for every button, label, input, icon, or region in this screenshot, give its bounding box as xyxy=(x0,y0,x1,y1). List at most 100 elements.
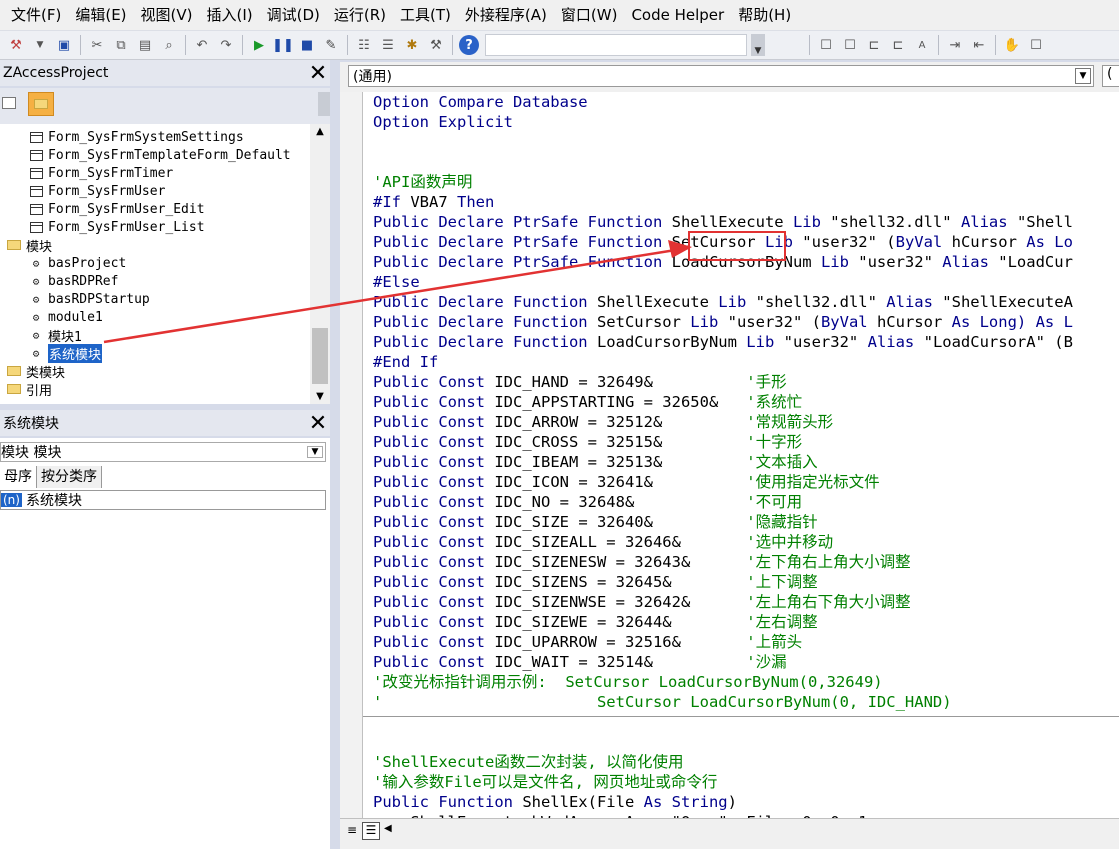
code-line[interactable]: #End If xyxy=(363,352,1119,372)
object-select[interactable]: 模块 模块 ▼ xyxy=(0,442,326,462)
find-icon[interactable]: ⌕ xyxy=(159,35,179,55)
tree-item[interactable]: Form_SysFrmUser xyxy=(28,182,165,200)
code-line[interactable]: Public Const IDC_SIZEALL = 32646& '选中并移动 xyxy=(363,532,1119,552)
tree-item[interactable]: 类模块 xyxy=(6,362,65,381)
code-line[interactable]: 'ShellExecute函数二次封装, 以简化使用 xyxy=(363,752,1119,772)
cut-icon[interactable]: ✂ xyxy=(87,35,107,55)
code-line[interactable] xyxy=(363,132,1119,152)
tree-item[interactable]: 引用 xyxy=(6,380,52,399)
menu-item[interactable]: 文件(F) xyxy=(4,0,68,30)
code-line[interactable]: #Else xyxy=(363,272,1119,292)
edit-toolbar-prop-icon[interactable]: ☐ xyxy=(840,35,860,55)
save-icon[interactable]: ▣ xyxy=(54,35,74,55)
code-line[interactable]: Public Const IDC_SIZENS = 32645& '上下调整 xyxy=(363,572,1119,592)
tree-item[interactable]: Form_SysFrmSystemSettings xyxy=(28,128,244,146)
project-explorer-icon[interactable]: ☷ xyxy=(354,35,374,55)
scroll-down-icon[interactable]: ▼ xyxy=(310,391,330,402)
design-mode-icon[interactable]: ✎ xyxy=(321,35,341,55)
code-line[interactable] xyxy=(363,712,1119,732)
toolbox-icon[interactable]: ⚒ xyxy=(426,35,446,55)
code-line[interactable]: Public Declare PtrSafe Function ShellExe… xyxy=(363,212,1119,232)
tree-item[interactable]: ⚙ 模块1 xyxy=(28,326,82,345)
properties-window-icon[interactable]: ☰ xyxy=(378,35,398,55)
code-line[interactable]: Public Declare Function LoadCursorByNum … xyxy=(363,332,1119,352)
code-line[interactable]: Public Const IDC_SIZE = 32640& '隐藏指针 xyxy=(363,512,1119,532)
code-line[interactable]: '改变光标指针调用示例: SetCursor LoadCursorByNum(0… xyxy=(363,672,1119,692)
tab-categorized[interactable]: 按分类序 xyxy=(37,466,102,488)
tree-item[interactable]: ⚙ basRDPStartup xyxy=(28,290,150,308)
code-line[interactable]: Public Const IDC_IBEAM = 32513& '文本插入 xyxy=(363,452,1119,472)
edit-toolbar-const-icon[interactable]: ⊏ xyxy=(864,35,884,55)
procedure-view-icon[interactable]: ≡ xyxy=(344,823,360,839)
code-line[interactable]: 'API函数声明 xyxy=(363,172,1119,192)
tree-item[interactable]: Form_SysFrmUser_List xyxy=(28,218,205,236)
scroll-thumb[interactable] xyxy=(312,328,328,384)
toggle-folders-icon[interactable] xyxy=(318,92,330,116)
project-tree-scrollbar[interactable]: ▲ ▼ xyxy=(310,124,330,404)
code-line[interactable]: Public Const IDC_APPSTARTING = 32650& '系… xyxy=(363,392,1119,412)
tree-item[interactable]: Form_SysFrmUser_Edit xyxy=(28,200,205,218)
menu-item[interactable]: 编辑(E) xyxy=(68,0,133,30)
code-line[interactable]: Public Declare Function SetCursor Lib "u… xyxy=(363,312,1119,332)
pause-icon[interactable]: ❚❚ xyxy=(272,35,294,55)
toolbar-overflow-icon[interactable]: ▼ xyxy=(751,34,765,56)
edit-toolbar-list-icon[interactable]: ☐ xyxy=(816,35,836,55)
code-line[interactable]: Option Compare Database xyxy=(363,92,1119,112)
properties-close-icon[interactable]: ✕ xyxy=(306,411,330,436)
code-line[interactable]: Public Const IDC_UPARROW = 32516& '上箭头 xyxy=(363,632,1119,652)
code-line[interactable]: Public Const IDC_SIZEWE = 32644& '左右调整 xyxy=(363,612,1119,632)
code-line[interactable]: Public Const IDC_ARROW = 32512& '常规箭头形 xyxy=(363,412,1119,432)
code-line[interactable]: Public Const IDC_CROSS = 32515& '十字形 xyxy=(363,432,1119,452)
code-line[interactable]: Public Const IDC_NO = 32648& '不可用 xyxy=(363,492,1119,512)
code-line[interactable]: Public Const IDC_SIZENESW = 32643& '左下角右… xyxy=(363,552,1119,572)
tree-item[interactable]: ⚙ basRDPRef xyxy=(28,272,119,290)
indent-icon[interactable]: ⇥ xyxy=(945,35,965,55)
property-name-badge[interactable]: (n) xyxy=(1,493,22,507)
menu-item[interactable]: 外接程序(A) xyxy=(458,0,554,30)
undo-icon[interactable]: ↶ xyxy=(192,35,212,55)
menu-item[interactable]: 窗口(W) xyxy=(554,0,625,30)
view-object-icon[interactable] xyxy=(28,92,54,116)
code-line[interactable]: ' SetCursor LoadCursorByNum(0, IDC_HAND) xyxy=(363,692,1119,712)
menu-item[interactable]: 帮助(H) xyxy=(731,0,798,30)
code-editor[interactable]: Option Compare Database Option Explicit '… xyxy=(363,92,1119,818)
code-line[interactable] xyxy=(363,152,1119,172)
menu-item[interactable]: 工具(T) xyxy=(393,0,458,30)
menu-item[interactable]: 插入(I) xyxy=(200,0,260,30)
toolbar-field[interactable] xyxy=(485,34,747,56)
property-value[interactable]: 系统模块 xyxy=(26,490,82,510)
menu-item[interactable]: 运行(R) xyxy=(327,0,393,30)
code-line[interactable]: Public Function ShellEx(File As String) xyxy=(363,792,1119,812)
scroll-up-icon[interactable]: ▲ xyxy=(310,126,330,137)
object-select-arrow-icon[interactable]: ▼ xyxy=(307,446,323,458)
paste-icon[interactable]: ▤ xyxy=(135,35,155,55)
menu-item[interactable]: 视图(V) xyxy=(134,0,200,30)
code-line[interactable]: Public Const IDC_HAND = 32649& '手形 xyxy=(363,372,1119,392)
tree-item[interactable]: Form_SysFrmTemplateForm_Default xyxy=(28,146,291,164)
code-line[interactable]: '输入参数File可以是文件名, 网页地址或命令行 xyxy=(363,772,1119,792)
edit-toolbar-complete-icon[interactable]: A xyxy=(912,35,932,55)
tree-item[interactable]: 模块 xyxy=(6,236,52,255)
object-browser-icon[interactable]: ✱ xyxy=(402,35,422,55)
procedure-dropdown[interactable]: ( xyxy=(1102,65,1119,87)
hscroll-left-icon[interactable]: ◀ xyxy=(384,823,392,834)
code-line[interactable]: Public Const IDC_WAIT = 32514& '沙漏 xyxy=(363,652,1119,672)
tab-alphabetic[interactable]: 母序 xyxy=(0,466,37,488)
view-code-icon[interactable] xyxy=(2,97,16,109)
access-view-icon[interactable]: ⚒ xyxy=(6,35,26,55)
tree-item[interactable]: ⚙ 系统模块 xyxy=(28,343,103,363)
breakpoint-icon[interactable]: ✋ xyxy=(1002,35,1022,55)
tree-item[interactable]: Form_SysFrmTimer xyxy=(28,164,173,182)
pane-splitter[interactable] xyxy=(330,60,340,849)
comment-block-icon[interactable]: ☐ xyxy=(1026,35,1046,55)
tree-item[interactable]: ⚙ basProject xyxy=(28,254,127,272)
full-module-view-icon[interactable]: ☰ xyxy=(362,822,380,840)
dropdown-arrow-icon[interactable]: ▼ xyxy=(30,35,50,55)
menu-item[interactable]: Code Helper xyxy=(624,0,731,30)
object-dropdown[interactable]: (通用) ▼ xyxy=(348,65,1094,87)
outdent-icon[interactable]: ⇤ xyxy=(969,35,989,55)
edit-toolbar-quickinfo-icon[interactable]: ⊏ xyxy=(888,35,908,55)
code-line[interactable]: Public Declare Function ShellExecute Lib… xyxy=(363,292,1119,312)
object-dropdown-arrow-icon[interactable]: ▼ xyxy=(1075,68,1091,84)
redo-icon[interactable]: ↷ xyxy=(216,35,236,55)
